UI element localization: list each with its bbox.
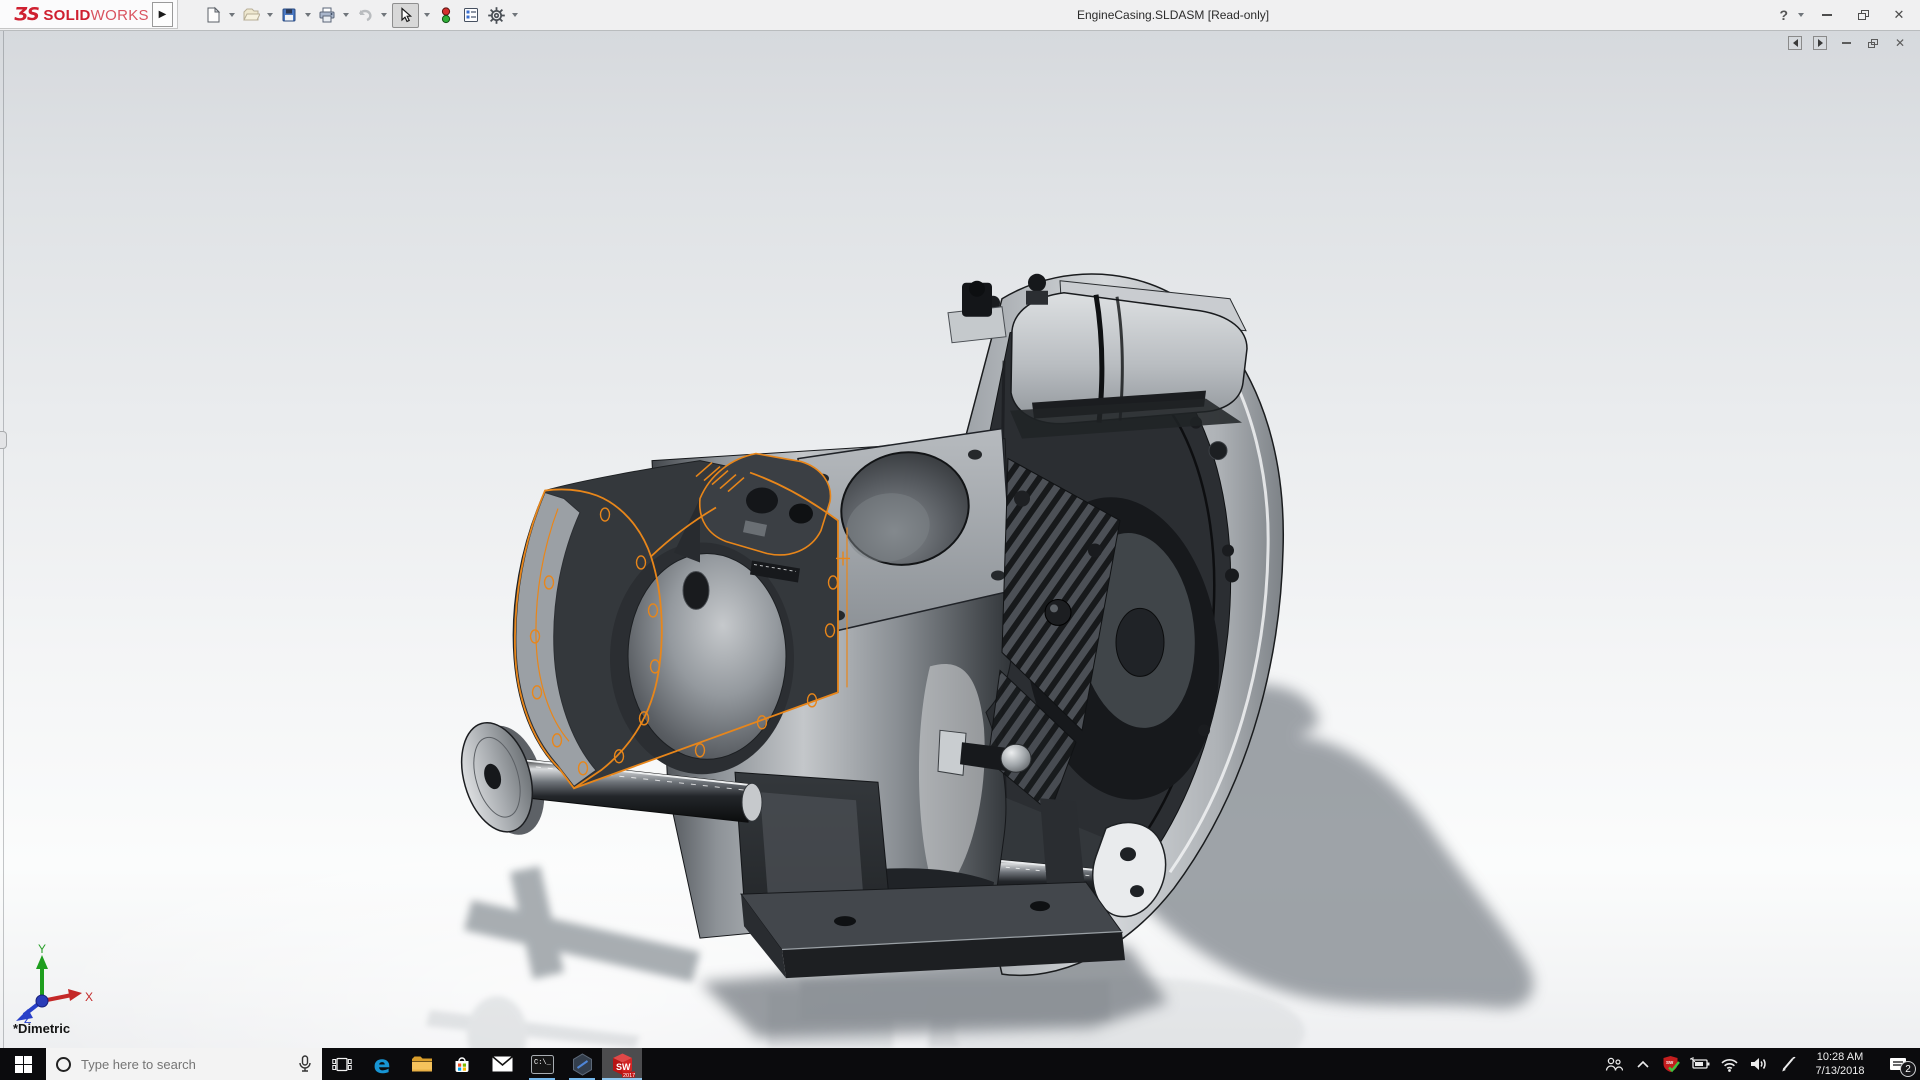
battery-button[interactable] [1686,1048,1715,1080]
collapse-panel-right-icon[interactable] [1813,36,1827,50]
save-dropdown-caret[interactable] [305,13,311,17]
command-prompt-button[interactable]: C:\_ [522,1048,562,1080]
triad-x-label: X [85,990,93,1004]
people-button[interactable] [1599,1048,1628,1080]
file-explorer-icon [412,1056,432,1072]
search-input[interactable] [81,1056,288,1072]
svg-text:SW: SW [1666,1060,1674,1065]
save-button[interactable] [278,4,300,26]
restore-button[interactable] [1848,0,1878,30]
edge-button[interactable]: e [362,1048,402,1080]
open-button[interactable] [240,4,262,26]
windows-logo-icon [14,1055,32,1073]
document-minimize-button[interactable] [1838,35,1854,51]
svg-text:SW: SW [616,1062,631,1072]
new-document-button[interactable] [202,4,224,26]
file-properties-button[interactable] [460,4,482,26]
taskbar-search[interactable] [46,1048,322,1080]
svg-text:C:\_: C:\_ [534,1059,552,1067]
print-dropdown-caret[interactable] [343,13,349,17]
document-restore-button[interactable] [1865,35,1881,51]
file-explorer-button[interactable] [402,1048,442,1080]
view-orientation-label: *Dimetric [13,1021,71,1036]
rebuild-button[interactable] [435,4,457,26]
solidworks-taskbar-button[interactable]: SW 2017 [602,1048,642,1080]
collapse-panel-left-icon[interactable] [1788,36,1802,50]
undo-dropdown-caret[interactable] [381,13,387,17]
microsoft-store-button[interactable] [442,1048,482,1080]
clock-date: 7/13/2018 [1815,1065,1865,1077]
minimize-button[interactable] [1812,0,1842,30]
help-dropdown-caret[interactable] [1798,13,1804,17]
windows-ink-button[interactable] [1773,1048,1802,1080]
new-dropdown-caret[interactable] [229,13,235,17]
document-close-button[interactable]: ✕ [1892,35,1908,51]
composer-app-button[interactable] [562,1048,602,1080]
print-button[interactable] [316,4,338,26]
hidden-icons-button[interactable] [1628,1048,1657,1080]
sw-shield-check-icon: SW [1663,1055,1680,1072]
help-button[interactable]: ? [1777,7,1790,23]
window-title: EngineCasing.SLDASM [Read-only] [1077,8,1270,22]
clock-time: 10:28 AM [1816,1050,1864,1063]
people-icon [1605,1057,1623,1071]
options-dropdown-caret[interactable] [512,13,518,17]
solidworks-resource-monitor[interactable]: SW [1657,1048,1686,1080]
title-bar: ƷS SOLIDWORKS ▶ EngineCasing.SLDASM [Rea… [0,0,1920,30]
pen-icon [1782,1056,1796,1071]
triad-y-label: Y [38,942,46,956]
taskbar-clock[interactable]: 10:28 AM 7/13/2018 [1802,1048,1878,1080]
solidworks-logo-mark-icon: ƷS [14,4,40,25]
notification-badge: 2 [1900,1061,1916,1077]
cortana-icon [56,1056,71,1072]
wifi-icon [1721,1059,1738,1072]
graphics-viewport[interactable]: ✕ Y X Z *Dimetric [0,30,1920,1048]
task-view-button[interactable] [322,1048,362,1080]
wifi-button[interactable] [1715,1048,1744,1080]
open-dropdown-caret[interactable] [267,13,273,17]
microphone-icon[interactable] [298,1055,312,1073]
system-tray: SW 10:28 AM 7/13/2018 2 [1599,1048,1920,1080]
edge-icon: e [373,1049,391,1079]
close-button[interactable]: ✕ [1884,0,1914,30]
titlebar-controls: ? ✕ [1777,0,1914,30]
standard-toolbar [202,0,520,30]
composer-hexagon-icon [572,1052,592,1076]
svg-text:2017: 2017 [623,1072,635,1077]
chevron-up-icon [1636,1060,1649,1068]
microsoft-store-icon [455,1057,469,1072]
undo-button[interactable] [354,4,376,26]
select-dropdown-caret[interactable] [424,13,430,17]
task-view-icon [332,1057,352,1071]
select-button[interactable] [392,2,419,28]
command-prompt-icon: C:\_ [530,1054,554,1074]
solidworks-logo: ƷS SOLIDWORKS [14,4,149,25]
start-button[interactable] [0,1048,46,1080]
menu-flyout-button[interactable]: ▶ [152,2,173,27]
options-gear-button[interactable] [485,4,507,26]
solidworks-2017-icon: SW 2017 [612,1053,635,1078]
engine-casing-model[interactable] [0,31,1920,1048]
reference-triad: Y X Z [16,942,93,1025]
action-center-button[interactable]: 2 [1878,1048,1920,1080]
mail-icon [491,1056,513,1072]
volume-icon [1751,1058,1766,1070]
battery-plug-icon [1690,1057,1710,1069]
windows-taskbar: e C:\_ [0,1048,1920,1080]
mail-button[interactable] [482,1048,522,1080]
volume-button[interactable] [1744,1048,1773,1080]
document-window-controls: ✕ [1788,35,1908,51]
